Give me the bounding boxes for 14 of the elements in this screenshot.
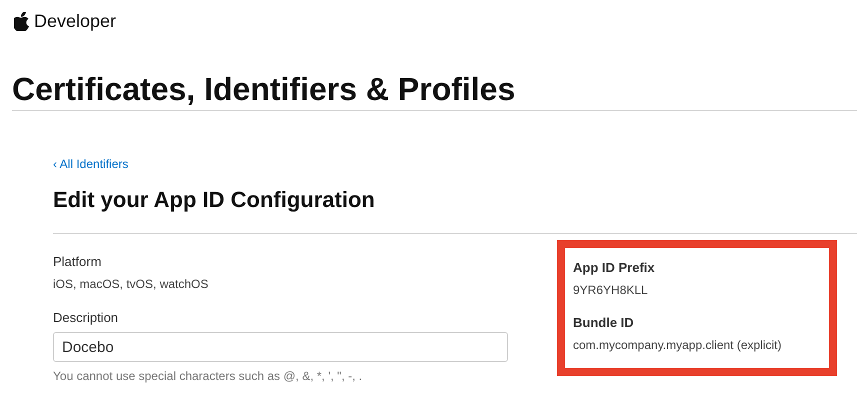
section-heading: Edit your App ID Configuration bbox=[53, 187, 857, 234]
field-label: Description bbox=[53, 310, 120, 325]
field-value: com.mycompany.myapp.client (explicit) bbox=[573, 338, 783, 352]
field-label: Bundle ID bbox=[573, 315, 635, 330]
back-link[interactable]: ‹ All Identifiers bbox=[53, 157, 128, 171]
input-field[interactable]: Docebo bbox=[53, 332, 508, 362]
field-value: 9YR6YH8KLL bbox=[573, 283, 649, 297]
hint-text: You cannot use special characters such as @, &, *, ', ", -, . bbox=[53, 369, 364, 383]
page-title: Certificates, Identifiers & Profiles bbox=[12, 70, 516, 108]
field-label: Platform bbox=[53, 254, 102, 269]
field-label: App ID Prefix bbox=[573, 260, 656, 275]
apple-logo-icon bbox=[14, 12, 30, 30]
field-value: iOS, macOS, tvOS, watchOS bbox=[53, 277, 210, 291]
brand-name: Developer bbox=[34, 10, 116, 32]
